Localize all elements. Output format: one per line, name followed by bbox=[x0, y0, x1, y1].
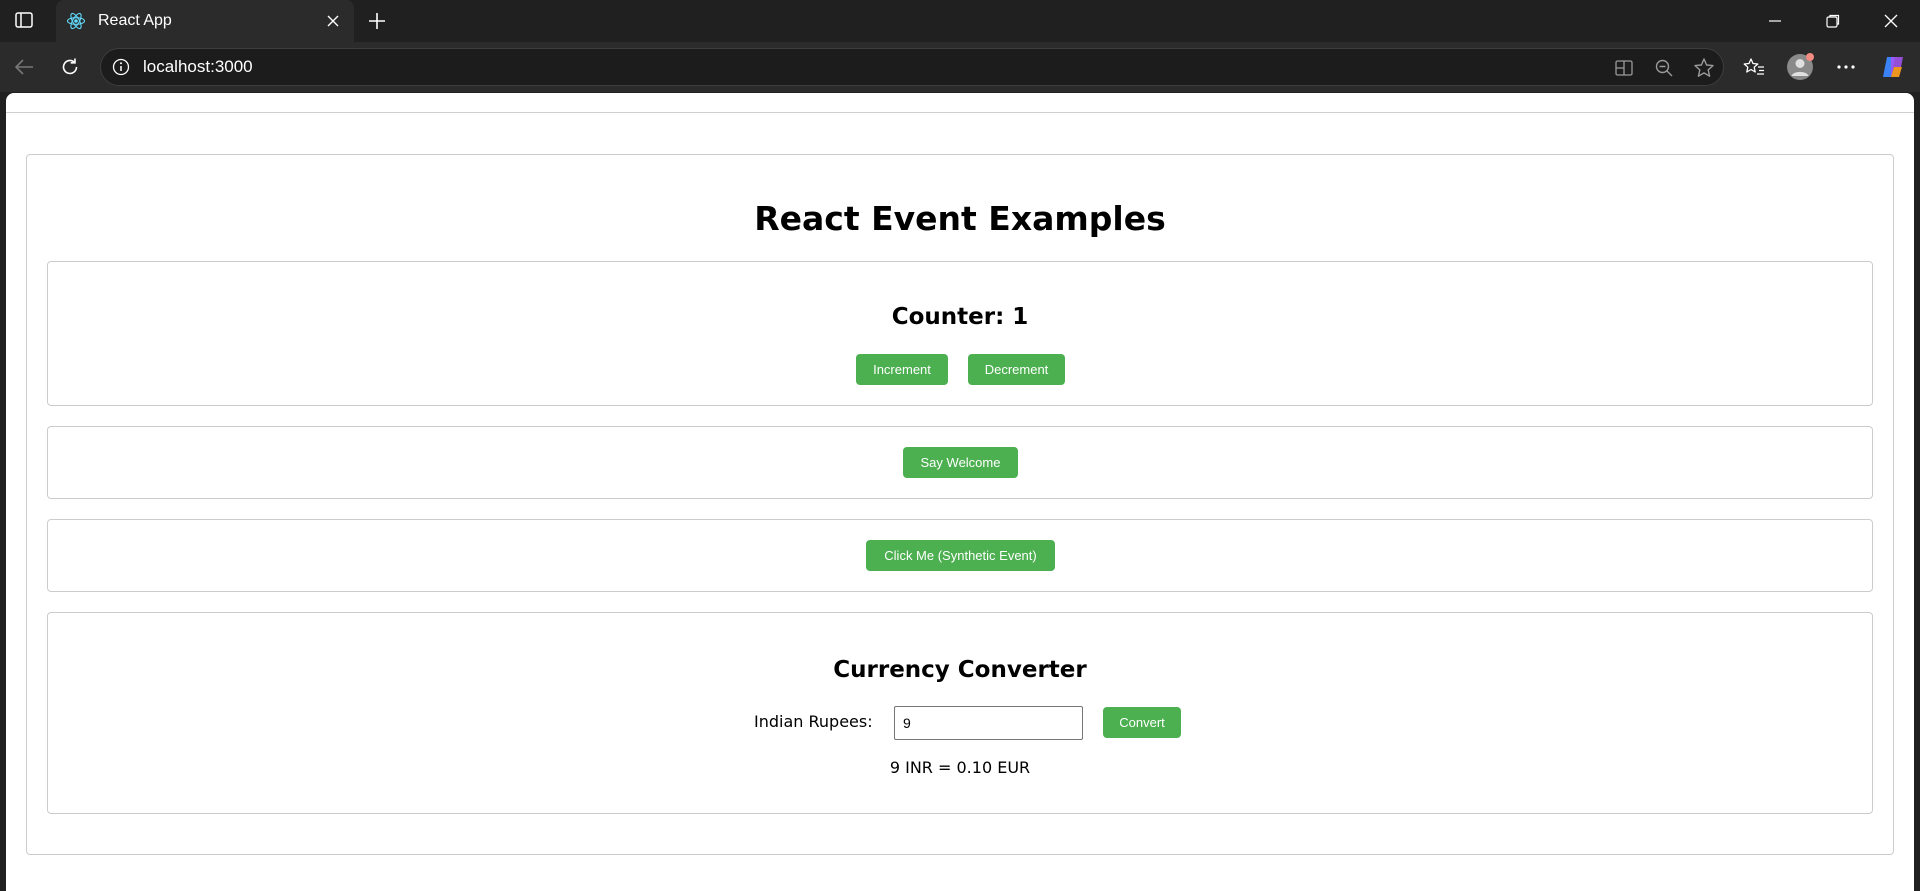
site-info-icon[interactable] bbox=[111, 57, 131, 77]
close-window-icon[interactable] bbox=[1864, 0, 1918, 42]
convert-button[interactable]: Convert bbox=[1103, 707, 1181, 738]
synthetic-event-button[interactable]: Click Me (Synthetic Event) bbox=[866, 540, 1055, 571]
page-viewport: React Event Examples Counter: 1 Incremen… bbox=[6, 93, 1914, 891]
profile-avatar-icon[interactable] bbox=[1784, 52, 1816, 82]
counter-section: Counter: 1 Increment Decrement bbox=[47, 261, 1873, 406]
zoom-out-icon[interactable] bbox=[1651, 56, 1677, 80]
reload-icon[interactable] bbox=[54, 52, 86, 82]
browser-tab[interactable]: React App bbox=[56, 0, 354, 42]
app-container: React Event Examples Counter: 1 Incremen… bbox=[26, 154, 1894, 855]
tab-title: React App bbox=[98, 12, 172, 29]
increment-button[interactable]: Increment bbox=[856, 354, 948, 385]
decrement-button[interactable]: Decrement bbox=[968, 354, 1065, 385]
divider bbox=[6, 112, 1914, 113]
synthetic-event-section: Click Me (Synthetic Event) bbox=[47, 519, 1873, 592]
say-welcome-button[interactable]: Say Welcome bbox=[903, 447, 1018, 478]
address-bar[interactable]: localhost:3000 bbox=[100, 48, 1724, 86]
browser-toolbar: localhost:3000 bbox=[0, 42, 1920, 92]
url-text[interactable]: localhost:3000 bbox=[143, 57, 253, 77]
favorites-icon[interactable] bbox=[1738, 52, 1770, 82]
react-logo-icon bbox=[66, 11, 86, 31]
page-title: React Event Examples bbox=[754, 199, 1166, 238]
favorite-star-icon[interactable] bbox=[1691, 56, 1717, 80]
conversion-result: 9 INR = 0.10 EUR bbox=[889, 758, 1031, 777]
back-arrow-icon[interactable] bbox=[8, 52, 40, 82]
copilot-icon[interactable] bbox=[1877, 52, 1909, 82]
more-options-icon[interactable] bbox=[1830, 52, 1862, 82]
restore-icon[interactable] bbox=[1806, 0, 1860, 42]
welcome-section: Say Welcome bbox=[47, 426, 1873, 499]
sidebar-toggle-icon[interactable] bbox=[10, 8, 38, 32]
close-tab-icon[interactable] bbox=[320, 8, 346, 34]
converter-heading: Currency Converter bbox=[833, 657, 1087, 683]
split-screen-icon[interactable] bbox=[1611, 56, 1637, 80]
rupees-input[interactable]: 9 bbox=[894, 706, 1083, 740]
new-tab-icon[interactable] bbox=[362, 7, 392, 35]
tab-strip: React App bbox=[0, 0, 1920, 42]
rupees-label: Indian Rupees: bbox=[754, 712, 873, 731]
minimize-icon[interactable] bbox=[1748, 0, 1802, 42]
currency-converter-section: Currency Converter Indian Rupees: 9 Conv… bbox=[47, 612, 1873, 814]
counter-heading: Counter: 1 bbox=[891, 304, 1029, 330]
